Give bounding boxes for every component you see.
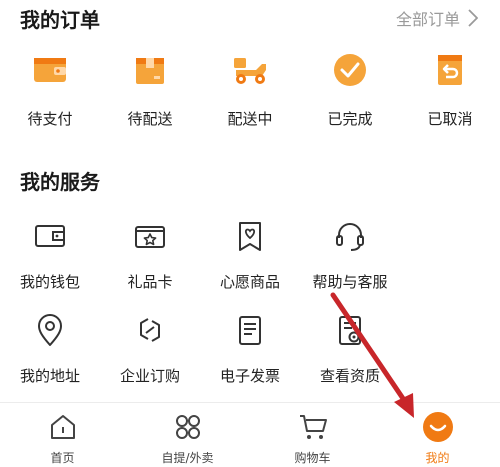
- service-wallet[interactable]: 我的钱包: [0, 216, 100, 292]
- profile-smile-icon: [422, 412, 453, 442]
- order-label: 待支付: [27, 110, 73, 128]
- order-completed[interactable]: 已完成: [300, 50, 400, 129]
- tab-cart[interactable]: 购物车: [250, 403, 375, 467]
- chevron-right-icon: [468, 9, 478, 27]
- service-invoice[interactable]: 电子发票: [200, 310, 300, 386]
- wishlist-heart-icon: [239, 222, 261, 251]
- order-pending-delivery[interactable]: 待配送: [100, 50, 200, 129]
- package-box-icon: [136, 58, 164, 84]
- service-label: 礼品卡: [127, 273, 173, 291]
- services-row-2: 我的地址 企业订购 电子发票 查看资质: [0, 310, 500, 386]
- services-row-1: 我的钱包 礼品卡 心愿商品 帮助与客服: [0, 216, 500, 292]
- invoice-icon: [239, 316, 261, 345]
- service-wishlist[interactable]: 心愿商品: [200, 216, 300, 292]
- order-in-delivery[interactable]: 配送中: [200, 50, 300, 129]
- service-label: 我的钱包: [19, 273, 80, 291]
- orders-row: 待支付 待配送 配送中 已完成 已取消: [0, 50, 500, 129]
- orders-title: 我的订单: [20, 7, 100, 32]
- enterprise-link-icon: [140, 318, 160, 342]
- service-label: 心愿商品: [219, 273, 280, 291]
- service-address[interactable]: 我的地址: [0, 310, 100, 386]
- check-circle-icon: [334, 54, 366, 86]
- delivery-scooter-icon: [234, 58, 266, 84]
- headset-icon: [336, 223, 364, 251]
- order-label: 配送中: [227, 110, 273, 128]
- tab-label: 自提/外卖: [161, 451, 214, 465]
- home-icon: [50, 415, 75, 439]
- wallet-icon: [35, 225, 65, 247]
- tab-label: 首页: [50, 451, 75, 465]
- tab-mine[interactable]: 我的: [375, 403, 500, 467]
- cart-icon: [299, 415, 327, 439]
- gift-card-icon: [135, 226, 165, 248]
- service-help[interactable]: 帮助与客服: [300, 216, 400, 292]
- service-enterprise[interactable]: 企业订购: [100, 310, 200, 386]
- all-orders-link[interactable]: 全部订单: [396, 6, 478, 30]
- wallet-icon: [34, 58, 66, 82]
- service-label: 查看资质: [319, 367, 380, 385]
- order-label: 已取消: [427, 110, 473, 128]
- all-orders-label: 全部订单: [395, 10, 460, 29]
- tab-label: 购物车: [294, 451, 331, 465]
- certificate-icon: [339, 316, 361, 345]
- cancel-return-icon: [438, 55, 462, 85]
- order-label: 已完成: [327, 110, 373, 128]
- service-qualification[interactable]: 查看资质: [300, 310, 400, 386]
- services-header: 我的服务: [0, 162, 500, 198]
- bottom-tab-bar: 首页 自提/外卖 购物车 我的: [0, 402, 500, 467]
- orders-header: 我的订单 全部订单: [0, 0, 500, 36]
- tab-label: 我的: [425, 451, 450, 465]
- service-label: 我的地址: [19, 367, 80, 385]
- order-cancelled[interactable]: 已取消: [400, 50, 500, 129]
- service-gift-card[interactable]: 礼品卡: [100, 216, 200, 292]
- service-label: 电子发票: [219, 367, 280, 385]
- grid-icon: [175, 415, 200, 439]
- service-label: 企业订购: [119, 367, 180, 385]
- order-label: 待配送: [127, 110, 173, 128]
- tab-pickup-delivery[interactable]: 自提/外卖: [125, 403, 250, 467]
- service-label: 帮助与客服: [312, 273, 388, 291]
- order-pending-payment[interactable]: 待支付: [0, 50, 100, 129]
- location-pin-icon: [38, 314, 62, 346]
- services-title: 我的服务: [20, 169, 100, 194]
- tab-home[interactable]: 首页: [0, 403, 125, 467]
